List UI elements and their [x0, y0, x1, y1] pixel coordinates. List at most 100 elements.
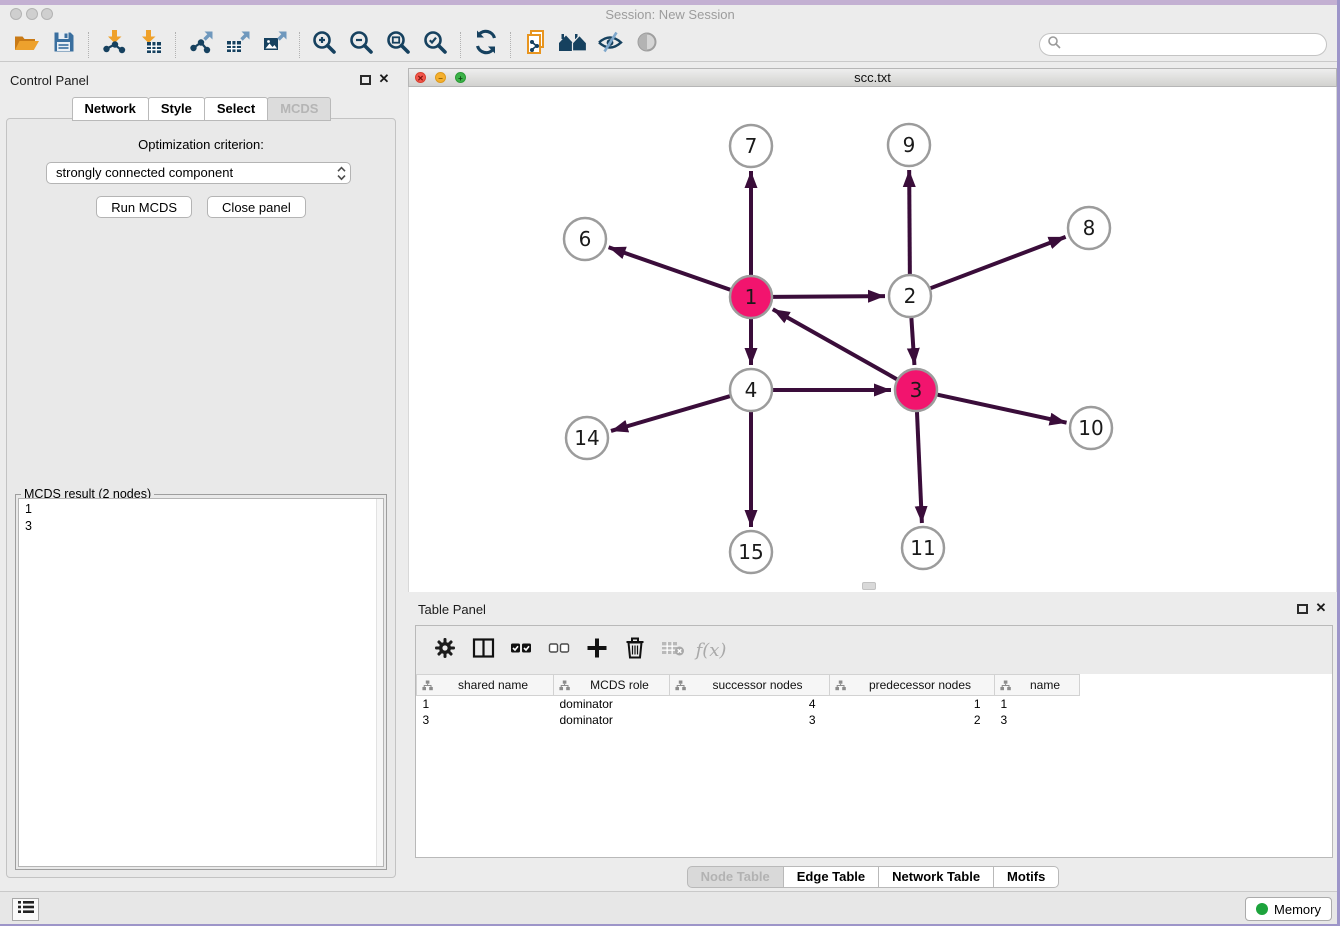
tab-motifs[interactable]: Motifs: [993, 866, 1059, 888]
column-header-name[interactable]: name: [995, 675, 1080, 696]
delete-table-button[interactable]: [654, 634, 692, 666]
mcds-buttons-row: Run MCDS Close panel: [7, 196, 395, 218]
graph-edge-2-8[interactable]: [931, 237, 1066, 288]
clone-network-button[interactable]: [517, 30, 554, 60]
graph-node-11[interactable]: 11: [902, 527, 944, 569]
svg-text:1: 1: [745, 285, 758, 309]
tab-edge-table[interactable]: Edge Table: [783, 866, 879, 888]
function-builder-button[interactable]: f(x): [692, 634, 730, 666]
cell-successor-nodes[interactable]: 4: [670, 696, 830, 712]
search-field[interactable]: [1039, 33, 1327, 56]
toolbar-separator: [175, 32, 176, 58]
column-header-predecessor-nodes[interactable]: predecessor nodes: [830, 675, 995, 696]
zoom-in-button[interactable]: [306, 30, 343, 60]
column-header-shared-name[interactable]: shared name: [417, 675, 554, 696]
cell-mcds-role[interactable]: dominator: [554, 712, 670, 728]
tab-network[interactable]: Network: [72, 97, 149, 121]
cell-predecessor-nodes[interactable]: 1: [830, 696, 995, 712]
graph-node-6[interactable]: 6: [564, 218, 606, 260]
toolbar-separator: [460, 32, 461, 58]
search-input[interactable]: [1065, 35, 1326, 54]
graph-edge-2-3[interactable]: [911, 318, 914, 365]
disabled-view-button[interactable]: [628, 30, 665, 60]
column-visibility-button[interactable]: [464, 634, 502, 666]
table-row[interactable]: 1dominator411: [417, 696, 1080, 712]
graph-edge-3-1[interactable]: [773, 309, 897, 379]
delete-row-button[interactable]: [616, 634, 654, 666]
checked-boxes-icon: [510, 637, 532, 664]
canvas-splitter-grip[interactable]: [862, 582, 876, 590]
tab-node-table[interactable]: Node Table: [687, 866, 784, 888]
table-row[interactable]: 3dominator323: [417, 712, 1080, 728]
add-row-button[interactable]: [578, 634, 616, 666]
graph-edge-3-10[interactable]: [937, 395, 1066, 423]
cell-name[interactable]: 1: [995, 696, 1080, 712]
save-session-button[interactable]: [45, 30, 82, 60]
svg-text:2: 2: [904, 284, 917, 308]
graph-edge-1-6[interactable]: [609, 247, 731, 289]
export-image-button[interactable]: [256, 30, 293, 60]
zoom-selected-button[interactable]: [417, 30, 454, 60]
run-mcds-button[interactable]: Run MCDS: [96, 196, 192, 218]
cell-shared-name[interactable]: 1: [417, 696, 554, 712]
graph-edge-4-14[interactable]: [611, 396, 730, 431]
memory-label: Memory: [1274, 902, 1321, 917]
deselect-all-rows-button[interactable]: [540, 634, 578, 666]
optimization-criterion-dropdown[interactable]: strongly connected component: [46, 162, 351, 184]
graph-node-2[interactable]: 2: [889, 275, 931, 317]
tab-style[interactable]: Style: [148, 97, 205, 121]
open-session-button[interactable]: [8, 30, 45, 60]
export-table-button[interactable]: [219, 30, 256, 60]
graph-node-4[interactable]: 4: [730, 369, 772, 411]
float-panel-icon[interactable]: [360, 75, 371, 85]
zoom-out-button[interactable]: [343, 30, 380, 60]
eye-slash-icon: [596, 30, 624, 59]
close-panel-icon[interactable]: [377, 71, 391, 87]
tab-network-table[interactable]: Network Table: [878, 866, 994, 888]
zoom-in-icon: [311, 29, 338, 61]
graph-node-15[interactable]: 15: [730, 531, 772, 573]
result-scrollbar[interactable]: [376, 499, 383, 866]
zoom-fit-button[interactable]: [380, 30, 417, 60]
toolbar-separator: [88, 32, 89, 58]
graph-node-3[interactable]: 3: [895, 369, 937, 411]
graph-edge-1-2[interactable]: [773, 296, 885, 297]
close-panel-button[interactable]: Close panel: [207, 196, 306, 218]
cell-successor-nodes[interactable]: 3: [670, 712, 830, 728]
task-history-button[interactable]: [12, 898, 39, 921]
network-window-titlebar[interactable]: scc.txt: [408, 68, 1337, 87]
graph-node-10[interactable]: 10: [1070, 407, 1112, 449]
show-hide-button[interactable]: [591, 30, 628, 60]
table-settings-button[interactable]: [426, 634, 464, 666]
mcds-result-text[interactable]: 1 3: [18, 498, 384, 867]
column-header-mcds-role[interactable]: MCDS role: [554, 675, 670, 696]
cell-shared-name[interactable]: 3: [417, 712, 554, 728]
graph-node-9[interactable]: 9: [888, 124, 930, 166]
graph-edge-3-11[interactable]: [917, 412, 922, 523]
export-network-button[interactable]: [182, 30, 219, 60]
delete-table-icon: [661, 638, 685, 663]
import-table-button[interactable]: [132, 30, 169, 60]
cell-predecessor-nodes[interactable]: 2: [830, 712, 995, 728]
refresh-view-button[interactable]: [467, 30, 504, 60]
tab-mcds[interactable]: MCDS: [267, 97, 331, 121]
import-network-button[interactable]: [95, 30, 132, 60]
memory-button[interactable]: Memory: [1245, 897, 1332, 921]
first-neighbors-button[interactable]: [554, 30, 591, 60]
trash-icon: [624, 636, 646, 664]
network-canvas[interactable]: 7 9 6 8 1 2 4 3 14 10 15 11: [408, 87, 1337, 592]
graph-node-7[interactable]: 7: [730, 125, 772, 167]
select-all-rows-button[interactable]: [502, 634, 540, 666]
graph-node-1[interactable]: 1: [730, 276, 772, 318]
column-header-successor-nodes[interactable]: successor nodes: [670, 675, 830, 696]
column-label: successor nodes: [712, 678, 802, 692]
graph-node-14[interactable]: 14: [566, 417, 608, 459]
graph-edge-2-9[interactable]: [909, 170, 910, 274]
tab-select[interactable]: Select: [204, 97, 268, 121]
cell-mcds-role[interactable]: dominator: [554, 696, 670, 712]
svg-text:4: 4: [745, 378, 758, 402]
cell-name[interactable]: 3: [995, 712, 1080, 728]
close-table-panel-icon[interactable]: [1314, 600, 1328, 616]
graph-node-8[interactable]: 8: [1068, 207, 1110, 249]
float-table-panel-icon[interactable]: [1297, 604, 1308, 614]
